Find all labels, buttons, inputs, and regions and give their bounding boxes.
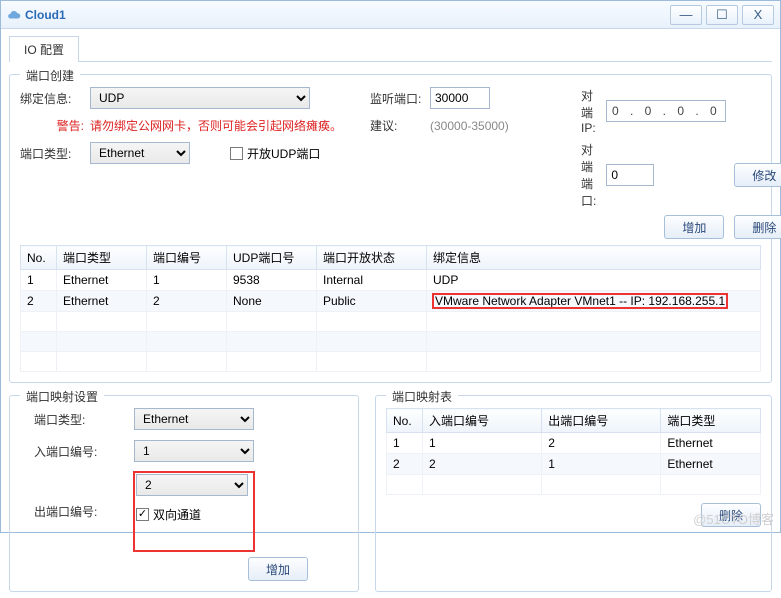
mcol-out[interactable]: 出端口编号	[542, 409, 661, 433]
peer-ip-input[interactable]: 0 . 0 . 0 . 0	[606, 100, 726, 122]
minimize-button[interactable]: —	[670, 5, 702, 25]
window: Cloud1 — ☐ X IO 配置 端口创建 绑定信息: UDP	[0, 0, 781, 533]
window-title-text: Cloud1	[25, 8, 66, 22]
port-map-table: No. 入端口编号 出端口编号 端口类型 1 1 2 Ethernet	[386, 408, 761, 495]
map-port-type-select[interactable]: Ethernet	[134, 408, 254, 430]
bind-info-select[interactable]: UDP	[90, 87, 310, 109]
port-create-group: 端口创建 绑定信息: UDP 警告: 请勿绑定公网网卡，否则可能会引起网络瘫痪。…	[9, 74, 772, 383]
modify-button[interactable]: 修改	[734, 163, 781, 187]
table-row[interactable]: 2 2 1 Ethernet	[387, 454, 761, 475]
out-port-select[interactable]: 2	[136, 474, 248, 496]
col-port-type[interactable]: 端口类型	[57, 246, 147, 270]
out-port-label: 出端口编号:	[34, 503, 134, 520]
table-row[interactable]: 1 Ethernet 1 9538 Internal UDP	[21, 270, 761, 291]
checkbox-box-icon	[230, 147, 243, 160]
add-button[interactable]: 增加	[664, 215, 724, 239]
port-create-top: 绑定信息: UDP 警告: 请勿绑定公网网卡，否则可能会引起网络瘫痪。 端口类型…	[20, 87, 761, 239]
col-port-num[interactable]: 端口编号	[147, 246, 227, 270]
open-udp-checkbox[interactable]: 开放UDP端口	[230, 145, 320, 162]
table-row[interactable]: 1 1 2 Ethernet	[387, 433, 761, 454]
port-type-label: 端口类型:	[20, 145, 90, 162]
listen-port-label: 监听端口:	[370, 90, 430, 107]
port-map-table-legend: 端口映射表	[386, 388, 458, 405]
suggestion-text: (30000-35000)	[430, 119, 509, 133]
in-port-label: 入端口编号:	[34, 443, 134, 460]
cloud-icon	[7, 8, 21, 22]
close-button[interactable]: X	[742, 5, 774, 25]
peer-ip-label: 对端IP:	[581, 87, 596, 135]
bottom-row: 端口映射设置 端口类型: Ethernet 入端口编号: 1 出端口编号: 2 …	[9, 383, 772, 592]
warning-label: 警告:	[20, 117, 90, 134]
maximize-button[interactable]: ☐	[706, 5, 738, 25]
port-create-left: 绑定信息: UDP 警告: 请勿绑定公网网卡，否则可能会引起网络瘫痪。 端口类型…	[20, 87, 360, 172]
port-create-legend: 端口创建	[20, 67, 80, 84]
col-udp-port[interactable]: UDP端口号	[227, 246, 317, 270]
col-bind-info[interactable]: 绑定信息	[427, 246, 761, 270]
map-add-button[interactable]: 增加	[248, 557, 308, 581]
bind-info-label: 绑定信息:	[20, 90, 90, 107]
port-create-mid: 监听端口: 建议: (30000-35000)	[370, 87, 571, 142]
mcol-in[interactable]: 入端口编号	[423, 409, 542, 433]
tabbar: IO 配置	[9, 35, 772, 62]
listen-port-input[interactable]	[430, 87, 490, 109]
open-udp-label: 开放UDP端口	[247, 145, 320, 162]
port-table: No. 端口类型 端口编号 UDP端口号 端口开放状态 绑定信息 1 Ether…	[20, 245, 761, 372]
table-row	[21, 312, 761, 332]
peer-port-input[interactable]	[606, 164, 654, 186]
table-row	[21, 332, 761, 352]
bidir-checkbox[interactable]: ✓ 双向通道	[136, 506, 252, 523]
warning-text: 请勿绑定公网网卡，否则可能会引起网络瘫痪。	[90, 117, 342, 134]
window-body: IO 配置 端口创建 绑定信息: UDP 警告: 请勿绑定公网网卡，否则可能会引…	[1, 29, 780, 598]
port-type-select[interactable]: Ethernet	[90, 142, 190, 164]
peer-port-label: 对端端口:	[581, 141, 596, 209]
suggestion-label: 建议:	[370, 117, 430, 134]
map-delete-button[interactable]: 删除	[701, 503, 761, 527]
checkbox-checked-icon: ✓	[136, 508, 149, 521]
port-map-table-group: 端口映射表 No. 入端口编号 出端口编号 端口类型 1 1	[375, 395, 772, 592]
bidir-label: 双向通道	[153, 506, 201, 523]
map-port-type-label: 端口类型:	[34, 411, 134, 428]
table-row	[387, 475, 761, 495]
titlebar: Cloud1 — ☐ X	[1, 1, 780, 29]
in-port-select[interactable]: 1	[134, 440, 254, 462]
col-no[interactable]: No.	[21, 246, 57, 270]
mcol-type[interactable]: 端口类型	[661, 409, 761, 433]
delete-button[interactable]: 删除	[734, 215, 781, 239]
table-row	[21, 352, 761, 372]
window-title: Cloud1	[7, 8, 666, 22]
port-map-settings-group: 端口映射设置 端口类型: Ethernet 入端口编号: 1 出端口编号: 2 …	[9, 395, 359, 592]
mcol-no[interactable]: No.	[387, 409, 423, 433]
table-row[interactable]: 2 Ethernet 2 None Public VMware Network …	[21, 291, 761, 312]
col-open-state[interactable]: 端口开放状态	[317, 246, 427, 270]
tab-io-config[interactable]: IO 配置	[9, 36, 79, 62]
port-create-right: 对端IP: 0 . 0 . 0 . 0 对端端口: 修改 增加 删除	[581, 87, 761, 239]
bind-info-highlight: VMware Network Adapter VMnet1 -- IP: 192…	[433, 294, 727, 308]
port-map-settings-legend: 端口映射设置	[20, 388, 104, 405]
window-controls: — ☐ X	[666, 5, 774, 25]
